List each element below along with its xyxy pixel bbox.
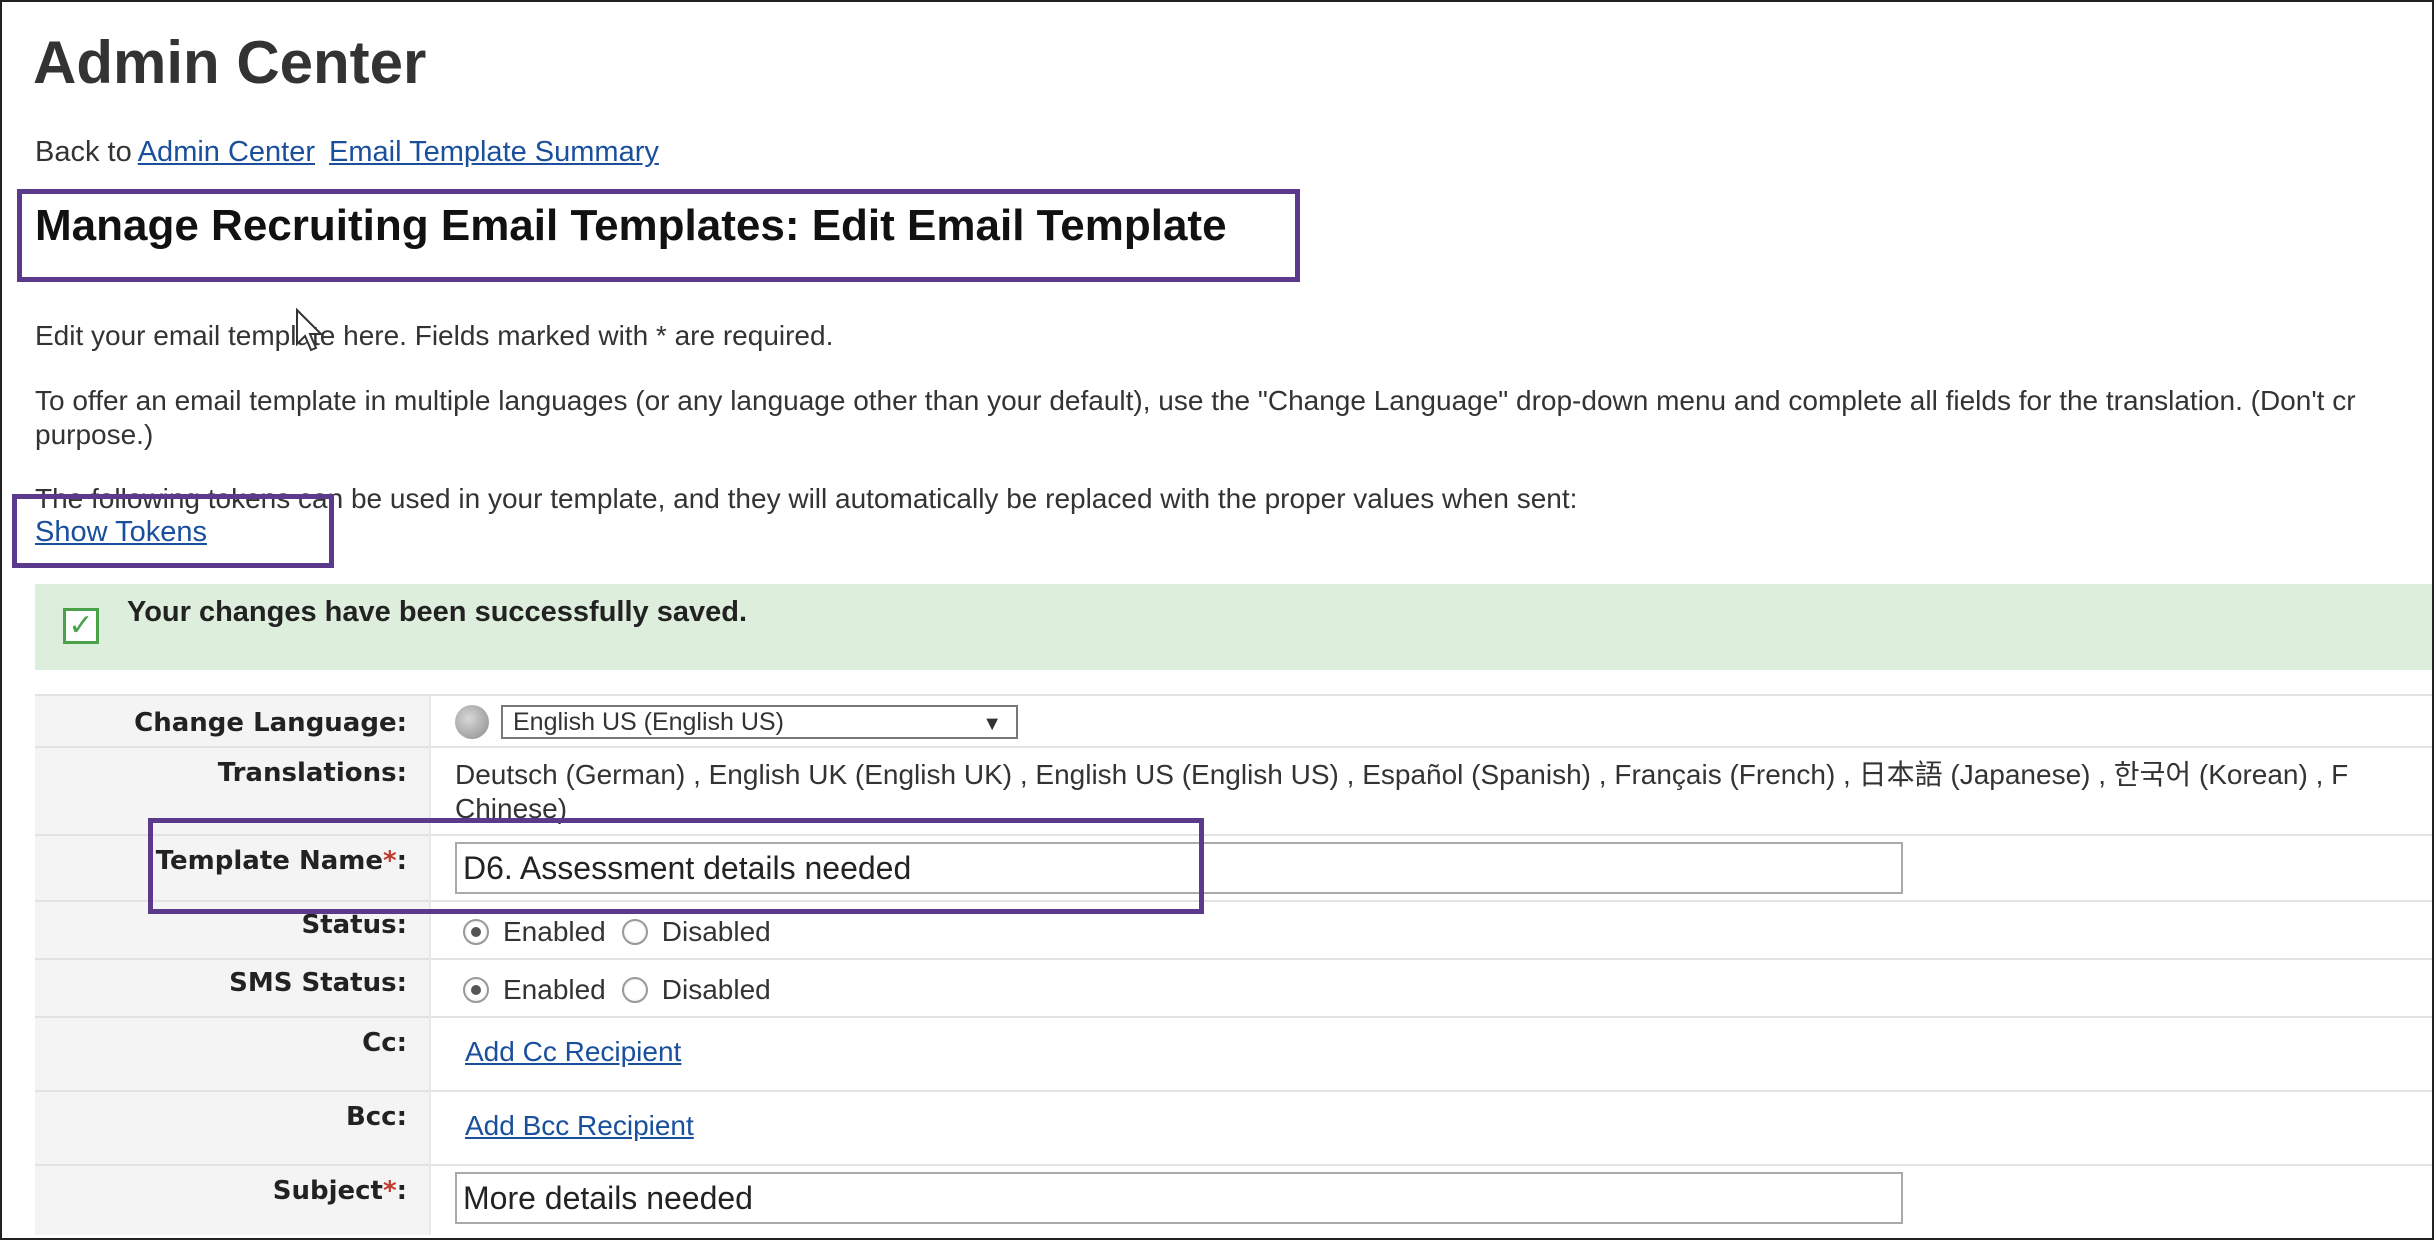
email-template-summary-link[interactable]: Email Template Summary [329, 136, 659, 168]
intro-language-text: To offer an email template in multiple l… [35, 385, 2356, 416]
bcc-label: Bcc: [35, 1090, 430, 1165]
cc-label: Cc: [35, 1016, 430, 1091]
success-message: Your changes have been successfully save… [127, 596, 748, 628]
page-frame: Admin Center Back to Admin Center Email Te… [0, 0, 2434, 1240]
checkmark-icon: ✓ [63, 608, 99, 644]
add-cc-recipient-link[interactable]: Add Cc Recipient [465, 1036, 681, 1067]
subject-row: Subject*: More details needed [35, 1164, 2432, 1235]
template-name-highlight [148, 818, 1204, 914]
template-form: Change Language: English US (English US)… [35, 694, 2432, 1235]
subject-label-text: Subject [272, 1176, 383, 1206]
status-enabled-radio[interactable] [463, 918, 489, 945]
sms-enabled-radio[interactable] [463, 976, 489, 1003]
change-language-label: Change Language: [35, 694, 430, 747]
intro-language-note: To offer an email template in multiple l… [35, 384, 2432, 452]
status-disabled-radio[interactable] [621, 918, 648, 945]
subject-input[interactable]: More details needed [455, 1172, 1903, 1224]
show-tokens-link[interactable]: Show Tokens [35, 516, 207, 549]
back-to-label: Back to [35, 136, 132, 168]
app-title: Admin Center [33, 29, 427, 96]
change-language-row: Change Language: English US (English US)… [35, 694, 2432, 747]
cc-row: Cc: Add Cc Recipient [35, 1016, 2432, 1091]
subject-label: Subject*: [35, 1164, 430, 1235]
change-language-select[interactable]: English US (English US) ▼ [501, 704, 1018, 739]
status-enabled-label: Enabled [503, 915, 606, 947]
add-bcc-recipient-link[interactable]: Add Bcc Recipient [465, 1110, 694, 1141]
status-disabled-label: Disabled [661, 915, 771, 947]
sms-enabled-label: Enabled [503, 973, 606, 1005]
bcc-row: Bcc: Add Bcc Recipient [35, 1090, 2432, 1165]
dropdown-arrow-icon: ▼ [982, 712, 1002, 735]
sms-status-label: SMS Status: [35, 958, 430, 1017]
success-banner: ✓ Your changes have been successfully sa… [35, 584, 2432, 670]
intro-required-note: Edit your email template here. Fields ma… [35, 320, 834, 351]
mouse-cursor-icon [296, 308, 324, 352]
breadcrumb: Back to Admin Center Email Template Summar… [35, 136, 659, 169]
intro-language-text-cont: purpose.) [35, 419, 154, 450]
label-colon: : [396, 1176, 407, 1206]
sms-status-row: SMS Status: Enabled Disabled [35, 958, 2432, 1017]
change-language-value: English US (English US) [513, 707, 784, 736]
globe-icon [455, 704, 489, 739]
sms-disabled-radio[interactable] [621, 976, 648, 1003]
admin-center-link[interactable]: Admin Center [138, 136, 315, 168]
required-asterisk: * [382, 1176, 397, 1206]
translations-list: Deutsch (German) , English UK (English U… [455, 759, 2349, 790]
sms-disabled-label: Disabled [661, 973, 771, 1005]
page-title: Manage Recruiting Email Templates: Edit … [35, 201, 1227, 250]
